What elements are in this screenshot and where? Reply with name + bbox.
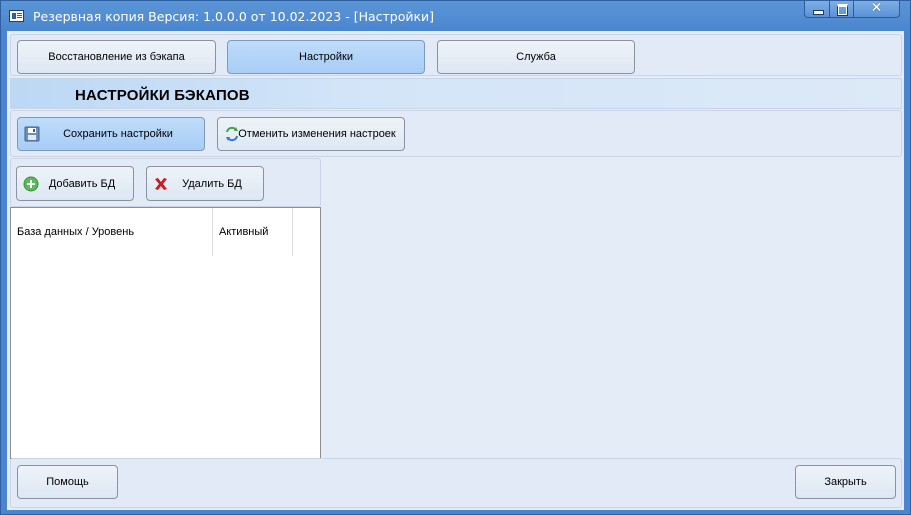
tab-service-label: Служба	[516, 51, 556, 63]
close-window-button[interactable]: ✕	[854, 0, 900, 18]
section-title: НАСТРОЙКИ БЭКАПОВ	[75, 87, 250, 104]
column-header-active-label: Активный	[219, 226, 269, 238]
maximize-button[interactable]	[830, 1, 854, 18]
tabs-panel: Восстановление из бэкапа Настройки Служб…	[10, 34, 902, 76]
tab-settings-label: Настройки	[299, 51, 353, 63]
close-icon: ✕	[870, 0, 883, 16]
save-settings-label: Сохранить настройки	[63, 128, 173, 140]
tab-settings[interactable]: Настройки	[227, 40, 425, 74]
grid-header: База данных / Уровень Активный	[11, 208, 320, 256]
window-title: Резервная копия Версия: 1.0.0.0 от 10.02…	[33, 9, 435, 24]
help-button[interactable]: Помощь	[17, 465, 118, 499]
cancel-changes-button[interactable]: Отменить изменения настроек	[217, 117, 405, 151]
app-window-icon[interactable]	[9, 10, 24, 22]
close-label: Закрыть	[824, 476, 867, 488]
tab-service[interactable]: Служба	[437, 40, 635, 74]
close-button[interactable]: Закрыть	[795, 465, 896, 499]
db-toolbar: Добавить БД Удалить БД	[10, 158, 321, 207]
column-divider[interactable]	[292, 208, 293, 256]
add-db-label: Добавить БД	[48, 177, 116, 190]
add-db-button[interactable]: Добавить БД	[16, 166, 134, 201]
app-window: Резервная копия Версия: 1.0.0.0 от 10.02…	[0, 0, 911, 515]
title-bar[interactable]: Резервная копия Версия: 1.0.0.0 от 10.02…	[1, 0, 910, 31]
column-header-database-label: База данных / Уровень	[17, 226, 135, 238]
tab-restore-label: Восстановление из бэкапа	[48, 51, 185, 63]
minimize-button[interactable]	[804, 1, 830, 18]
footer-bar: Помощь Закрыть	[10, 458, 902, 508]
client-area: Восстановление из бэкапа Настройки Служб…	[7, 31, 904, 510]
column-header-active[interactable]: Активный	[213, 208, 292, 256]
save-settings-button[interactable]: Сохранить настройки	[17, 117, 205, 151]
tab-restore[interactable]: Восстановление из бэкапа	[17, 40, 216, 74]
details-area	[322, 158, 902, 459]
settings-toolbar: Сохранить настройки Отменить изменения н…	[10, 110, 902, 157]
delete-db-label: Удалить БД	[182, 177, 242, 190]
cancel-changes-label: Отменить изменения настроек	[238, 128, 396, 140]
databases-grid[interactable]: База данных / Уровень Активный	[10, 207, 321, 459]
section-header: НАСТРОЙКИ БЭКАПОВ	[10, 78, 902, 109]
help-label: Помощь	[46, 476, 89, 488]
delete-db-button[interactable]: Удалить БД	[146, 166, 264, 201]
column-header-database[interactable]: База данных / Уровень	[11, 208, 212, 256]
window-controls: ✕	[804, 0, 900, 19]
